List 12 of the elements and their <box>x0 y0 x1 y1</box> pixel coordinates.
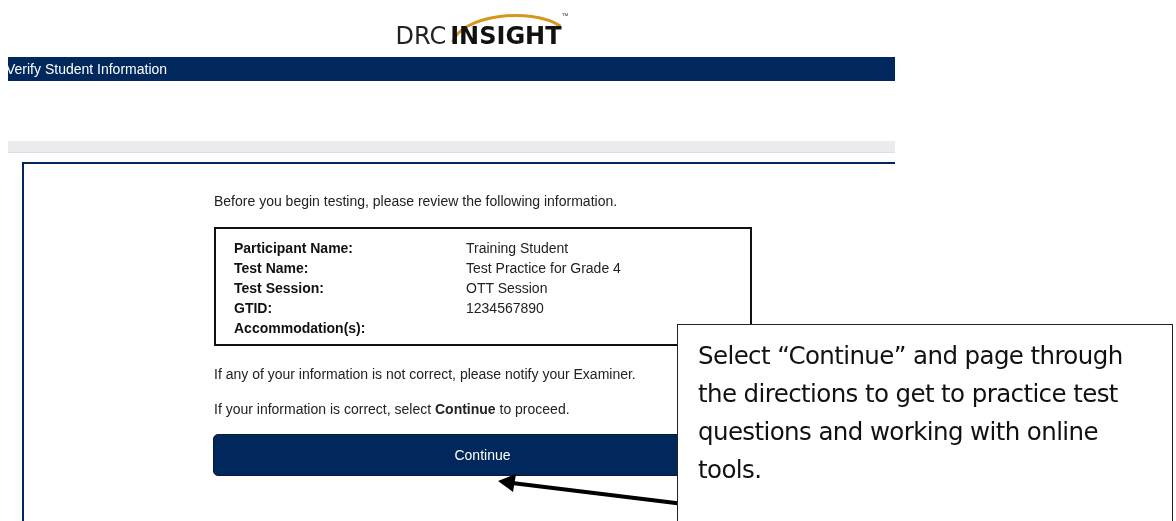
info-label: Test Name: <box>234 259 310 278</box>
info-label: Test Session: <box>234 279 325 298</box>
info-value: OTT Session <box>466 279 548 298</box>
notice-text: If any of your information is not correct, please notify your Examiner. <box>214 366 637 382</box>
instruction-text: If your information is correct, select Continue to proceed. <box>214 401 571 417</box>
info-value: Test Practice for Grade 4 <box>466 259 621 278</box>
info-label: Accommodation(s): <box>234 319 367 338</box>
intro-text: Before you begin testing, please review the following information. <box>214 193 619 209</box>
info-label: GTID: <box>234 299 274 318</box>
info-label: Participant Name: <box>234 239 355 258</box>
info-value: Training Student <box>466 239 569 258</box>
info-value: 1234567890 <box>466 299 544 318</box>
